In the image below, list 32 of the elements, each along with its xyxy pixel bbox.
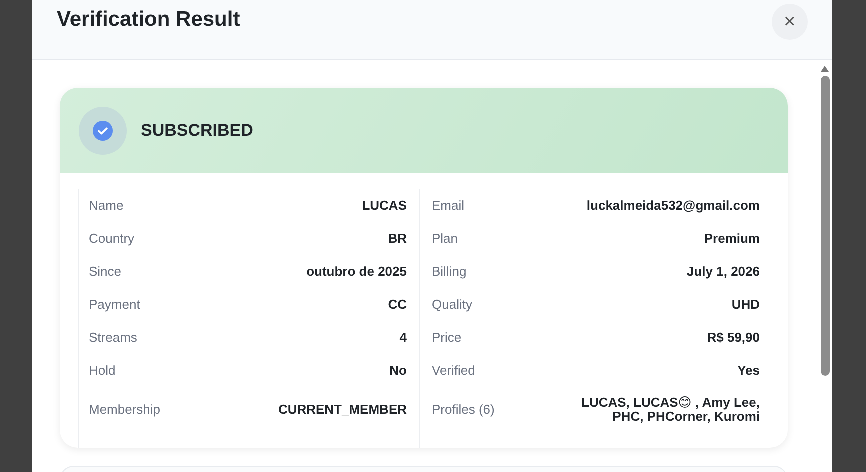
field-label: Verified (432, 363, 476, 378)
scroll-up-icon[interactable] (821, 66, 829, 72)
field-label: Country (89, 231, 135, 246)
field-label: Payment (89, 297, 140, 312)
field-label: Quality (432, 297, 472, 312)
field-value: LUCAS (362, 198, 407, 213)
field-label: Name (89, 198, 124, 213)
field-value: LUCAS, LUCAS😊 , Amy Lee, PHC, PHCorner, Kuromi (580, 396, 760, 424)
field-label: Streams (89, 330, 138, 345)
field-label: Since (89, 264, 122, 279)
dialog-title: Verification Result (57, 8, 240, 32)
field-value: UHD (732, 297, 760, 312)
field-value: Yes (738, 363, 760, 378)
field-value: CURRENT_MEMBER (278, 402, 407, 417)
field-value: No (390, 363, 407, 378)
field-value: luckalmeida532@gmail.com (586, 198, 760, 213)
field-value: Premium (704, 231, 760, 246)
field-label: Plan (432, 231, 458, 246)
field-label: Profiles (6) (432, 402, 495, 417)
field-label: Billing (432, 264, 467, 279)
field-label: Membership (89, 402, 161, 417)
close-button[interactable]: × (772, 4, 808, 40)
field-label: Email (432, 198, 465, 213)
field-value: 4 (400, 330, 407, 345)
field-value: BR (388, 231, 407, 246)
field-value: outubro de 2025 (306, 264, 407, 279)
status-label: SUBSCRIBED (141, 120, 254, 140)
field-label: Price (432, 330, 462, 345)
field-label: Hold (89, 363, 116, 378)
field-value: July 1, 2026 (687, 264, 760, 279)
field-value: R$ 59,90 (707, 330, 760, 345)
field-value: CC (388, 297, 407, 312)
